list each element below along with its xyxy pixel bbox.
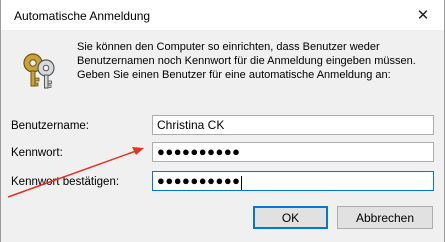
info-line-3: Geben Sie einen Benutzer für eine automa… (77, 69, 391, 81)
info-line-1: Sie können den Computer so einrichten, d… (77, 41, 380, 53)
confirm-password-label: Kennwort bestätigen: (11, 176, 120, 188)
confirm-password-mask: ●●●●●●●●●● (157, 173, 241, 188)
password-label: Kennwort: (11, 147, 63, 159)
info-line-2: Benutzernamen noch Kennwort für die Anme… (77, 55, 416, 67)
confirm-password-field[interactable]: ●●●●●●●●●● (152, 171, 434, 191)
password-field[interactable]: ●●●●●●●●●● (152, 142, 434, 162)
info-panel: Sie können den Computer so einrichten, d… (1, 30, 444, 98)
username-field[interactable]: Christina CK (152, 115, 434, 135)
password-mask: ●●●●●●●●●● (157, 144, 241, 159)
auto-logon-dialog: Automatische Anmeldung ✕ Sie können den … (0, 0, 445, 242)
title-bar: Automatische Anmeldung ✕ (1, 0, 444, 30)
cancel-button[interactable]: Abbrechen (337, 206, 433, 229)
username-label: Benutzername: (11, 120, 89, 132)
keys-icon (23, 53, 55, 89)
ok-button[interactable]: OK (253, 206, 328, 229)
info-message: Sie können den Computer so einrichten, d… (77, 40, 437, 82)
close-icon[interactable]: ✕ (402, 0, 444, 30)
dialog-title: Automatische Anmeldung (14, 9, 151, 23)
